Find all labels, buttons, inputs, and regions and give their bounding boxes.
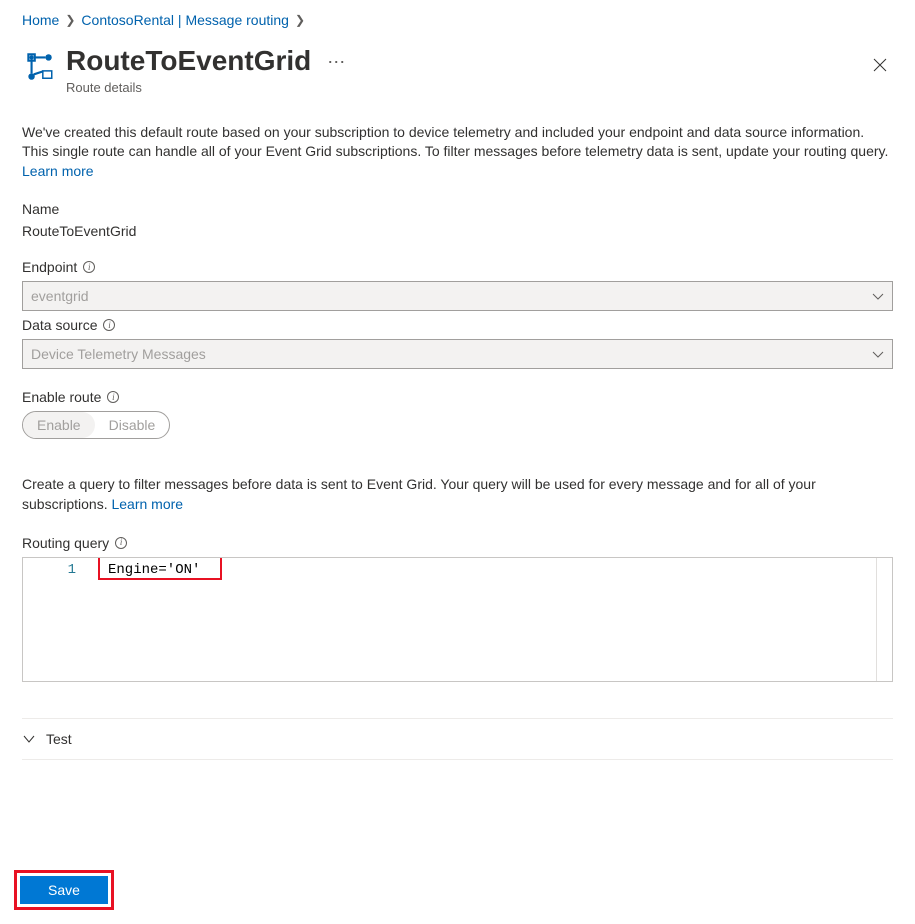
toggle-disable-option: Disable bbox=[95, 412, 170, 438]
intro-text: We've created this default route based o… bbox=[22, 123, 893, 182]
highlight-annotation: Save bbox=[14, 870, 114, 910]
chevron-down-icon bbox=[872, 346, 884, 362]
editor-gutter: 1 bbox=[23, 558, 88, 681]
code-content[interactable]: Engine='ON' bbox=[88, 560, 876, 580]
chevron-right-icon: ❯ bbox=[65, 13, 75, 27]
line-number: 1 bbox=[23, 560, 76, 580]
datasource-label: Data source bbox=[22, 317, 97, 333]
page-subtitle: Route details bbox=[66, 80, 867, 95]
endpoint-select: eventgrid bbox=[22, 281, 893, 311]
info-icon[interactable]: i bbox=[83, 261, 95, 273]
breadcrumb-parent[interactable]: ContosoRental | Message routing bbox=[81, 12, 289, 28]
toggle-enable-option: Enable bbox=[23, 412, 95, 438]
info-icon[interactable]: i bbox=[107, 391, 119, 403]
info-icon[interactable]: i bbox=[103, 319, 115, 331]
breadcrumb: Home ❯ ContosoRental | Message routing ❯ bbox=[22, 12, 893, 28]
page-title: RouteToEventGrid bbox=[66, 44, 311, 78]
name-label: Name bbox=[22, 201, 893, 217]
save-button[interactable]: Save bbox=[20, 876, 108, 904]
chevron-down-icon bbox=[22, 732, 36, 746]
breadcrumb-home[interactable]: Home bbox=[22, 12, 59, 28]
learn-more-link[interactable]: Learn more bbox=[111, 496, 183, 512]
enable-route-label: Enable route bbox=[22, 389, 101, 405]
query-description: Create a query to filter messages before… bbox=[22, 475, 893, 514]
learn-more-link[interactable]: Learn more bbox=[22, 163, 94, 179]
endpoint-label: Endpoint bbox=[22, 259, 77, 275]
datasource-select: Device Telemetry Messages bbox=[22, 339, 893, 369]
test-label: Test bbox=[46, 731, 72, 747]
editor-scrollbar[interactable] bbox=[876, 558, 892, 681]
chevron-right-icon: ❯ bbox=[295, 13, 305, 27]
name-value: RouteToEventGrid bbox=[22, 223, 893, 239]
routing-query-editor[interactable]: 1 Engine='ON' bbox=[22, 557, 893, 682]
enable-route-toggle: Enable Disable bbox=[22, 411, 170, 439]
more-button[interactable]: ⋯ bbox=[323, 50, 351, 75]
route-icon bbox=[22, 50, 56, 84]
test-section-toggle[interactable]: Test bbox=[22, 718, 893, 760]
close-icon bbox=[873, 58, 887, 72]
info-icon[interactable]: i bbox=[115, 537, 127, 549]
chevron-down-icon bbox=[872, 288, 884, 304]
routing-query-label: Routing query bbox=[22, 535, 109, 551]
close-button[interactable] bbox=[867, 50, 893, 83]
